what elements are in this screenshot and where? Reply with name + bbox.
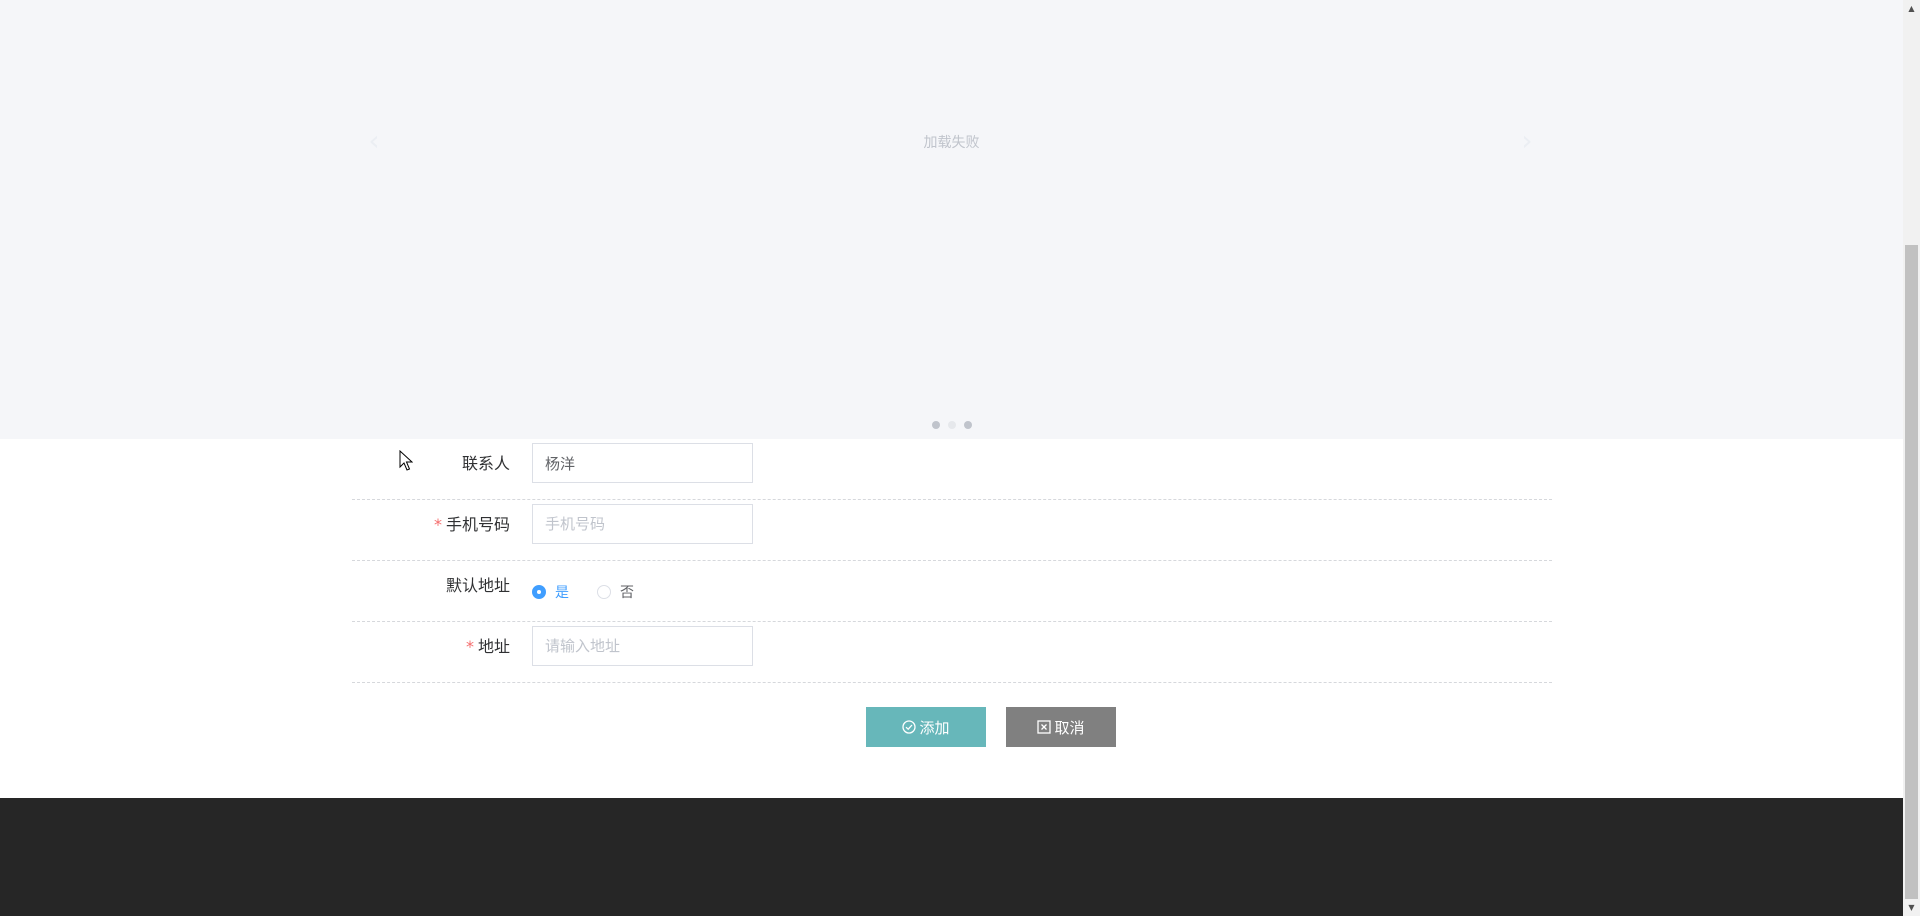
address-label: * 地址	[352, 622, 510, 683]
address-row: * 地址	[352, 622, 1552, 683]
default-address-label: 默认地址	[352, 561, 510, 622]
radio-no-label: 否	[620, 584, 634, 601]
contact-input[interactable]	[532, 443, 753, 483]
radio-no[interactable]: 否	[597, 582, 634, 602]
contact-row: 联系人	[352, 439, 1552, 500]
phone-label: * 手机号码	[352, 500, 510, 561]
scroll-down-icon[interactable]: ▼	[1903, 899, 1920, 916]
phone-row: * 手机号码	[352, 500, 1552, 561]
carousel-dot[interactable]	[963, 421, 972, 429]
cancel-button[interactable]: 取消	[1006, 707, 1116, 747]
required-mark: *	[465, 637, 474, 656]
contact-label-text: 联系人	[461, 454, 510, 473]
scrollbar-thumb[interactable]	[1905, 245, 1918, 899]
radio-yes[interactable]: 是	[532, 582, 569, 602]
vertical-scrollbar[interactable]: ▲ ▼	[1903, 0, 1920, 916]
close-square-icon	[1037, 720, 1052, 734]
mouse-pointer-icon	[399, 450, 413, 471]
default-address-label-text: 默认地址	[445, 576, 510, 595]
image-load-failed-text: 加载失败	[923, 135, 980, 151]
scroll-up-icon[interactable]: ▲	[1903, 0, 1920, 17]
carousel-dot-active[interactable]	[947, 421, 956, 429]
contact-label: 联系人	[352, 439, 510, 500]
page-footer	[0, 798, 1903, 916]
default-address-row: 默认地址 是 否	[352, 561, 1552, 622]
carousel-indicators	[0, 421, 1903, 429]
radio-checked-icon	[532, 584, 546, 599]
phone-input[interactable]	[532, 504, 753, 544]
radio-yes-label: 是	[555, 584, 569, 601]
image-carousel: ‹ 加载失败 ›	[0, 0, 1903, 439]
phone-label-text: 手机号码	[445, 515, 510, 534]
page: ‹ 加载失败 › 联系人 *手机号码 默认地址	[0, 0, 1920, 916]
add-button[interactable]: 添加	[866, 707, 986, 747]
address-form: 联系人 *手机号码 默认地址 是 否	[352, 439, 1552, 683]
radio-unchecked-icon	[597, 584, 611, 599]
carousel-dot[interactable]	[931, 421, 940, 429]
required-mark: *	[433, 515, 442, 534]
cancel-button-label: 取消	[1054, 718, 1085, 737]
address-label-text: 地址	[477, 637, 510, 656]
check-circle-icon	[902, 720, 917, 734]
default-address-radio-group: 是 否	[532, 561, 634, 622]
address-input[interactable]	[532, 626, 753, 666]
carousel-next-arrow[interactable]: ›	[1515, 125, 1539, 157]
form-actions: 添加 取消	[866, 707, 1116, 747]
add-button-label: 添加	[919, 718, 950, 737]
